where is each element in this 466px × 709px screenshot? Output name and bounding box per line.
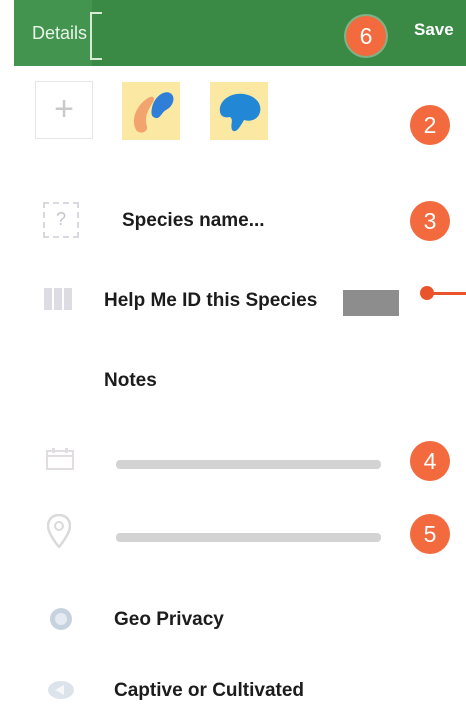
calendar-icon xyxy=(46,448,74,470)
photo-2-image xyxy=(219,93,261,132)
captive-icon xyxy=(48,681,74,699)
captive-cultivated-setting[interactable]: Captive or Cultivated xyxy=(114,680,304,702)
notes-field[interactable]: Notes xyxy=(104,370,157,392)
header-bar: Details Save xyxy=(14,0,466,66)
callout-badge-2: 2 xyxy=(410,105,450,145)
callout-badge-5: 5 xyxy=(410,514,450,554)
globe-icon xyxy=(50,608,72,630)
photo-thumbnail-1[interactable] xyxy=(122,82,180,140)
location-pin-icon xyxy=(47,514,71,548)
help-me-id-label: Help Me ID this Species xyxy=(104,290,318,311)
geo-privacy-setting[interactable]: Geo Privacy xyxy=(114,609,224,631)
save-button[interactable]: Save xyxy=(414,20,454,40)
callout-badge-4: 4 xyxy=(410,441,450,481)
details-tab[interactable]: Details xyxy=(14,0,92,66)
location-field[interactable] xyxy=(116,533,381,542)
question-icon: ? xyxy=(43,202,79,238)
species-name-field[interactable]: Species name... xyxy=(122,210,265,232)
help-me-id-toggle[interactable] xyxy=(343,290,399,316)
id-help-icon xyxy=(44,288,72,310)
photo-thumbnail-2[interactable] xyxy=(210,82,268,140)
photo-1-image xyxy=(133,92,174,133)
callout-badge-6: 6 xyxy=(346,16,386,56)
details-title: Details xyxy=(32,23,88,43)
header-bracket-marker xyxy=(90,12,102,60)
callout-pointer-dot xyxy=(420,286,434,300)
date-field[interactable] xyxy=(116,460,381,469)
callout-badge-3: 3 xyxy=(410,201,450,241)
add-photo-button[interactable]: + xyxy=(35,81,93,139)
